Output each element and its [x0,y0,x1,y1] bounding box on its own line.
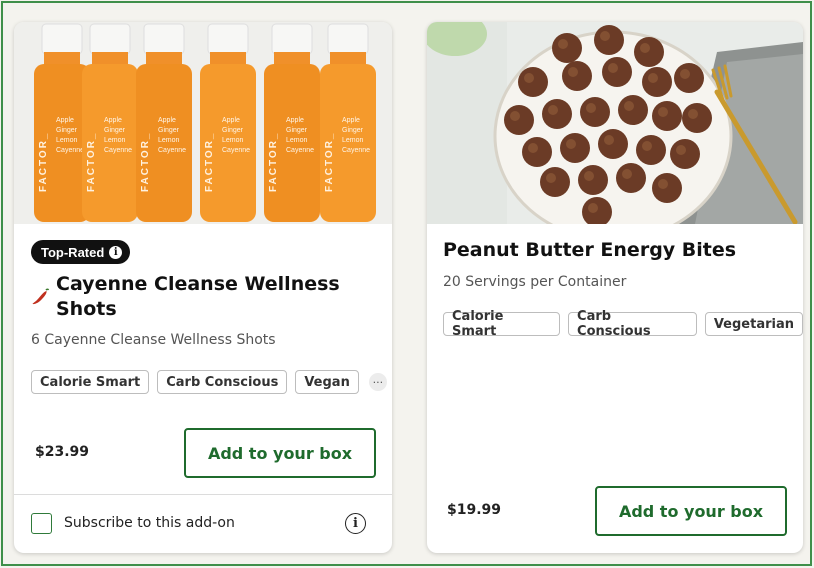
tag-calorie-smart: Calorie Smart [443,309,561,339]
addon-card-energy-bites[interactable]: Peanut Butter Energy Bites 20 Servings p… [427,22,803,553]
tag-list: Calorie Smart Carb Conscious Vegan ··· [31,370,387,394]
svg-text:Apple: Apple [56,117,74,124]
svg-text:Apple: Apple [286,117,304,124]
product-subtitle: 6 Cayenne Cleanse Wellness Shots [31,332,276,348]
subscribe-checkbox[interactable] [31,513,52,534]
svg-text:Lemon: Lemon [104,137,126,144]
svg-text:Lemon: Lemon [342,137,364,144]
addon-card-cayenne[interactable]: FACTOR_ Apple Ginger Lemon Cayenne FACTOR_ App… [14,22,392,553]
svg-text:Ginger: Ginger [222,127,244,134]
price: $19.99 [447,502,502,518]
svg-text:Cayenne: Cayenne [222,147,250,154]
svg-text:Ginger: Ginger [286,127,308,134]
add-to-box-button[interactable]: Add to your box [184,428,376,478]
tag-calorie-smart: Calorie Smart [31,370,150,394]
svg-text:Apple: Apple [342,117,360,124]
tag-carb-conscious: Carb Conscious [568,309,697,339]
product-title[interactable]: Cayenne Cleanse Wellness Shots [56,272,376,322]
svg-text:Cayenne: Cayenne [286,147,314,154]
top-rated-badge: Top-Rated i [31,240,131,264]
svg-text:Cayenne: Cayenne [56,147,84,154]
svg-text:Lemon: Lemon [286,137,308,144]
svg-text:Ginger: Ginger [158,127,180,134]
info-icon[interactable]: i [345,513,366,534]
svg-text:Lemon: Lemon [158,137,180,144]
product-title[interactable]: Peanut Butter Energy Bites [443,238,783,263]
svg-text:FACTOR_: FACTOR_ [268,132,279,193]
svg-text:FACTOR_: FACTOR_ [324,132,335,193]
badge-label: Top-Rated [41,244,105,260]
svg-text:Apple: Apple [104,117,122,124]
svg-text:Apple: Apple [222,117,240,124]
svg-text:FACTOR_: FACTOR_ [204,132,215,193]
subscribe-label[interactable]: Subscribe to this add-on [64,515,235,531]
svg-text:Ginger: Ginger [56,127,78,134]
svg-text:Lemon: Lemon [56,137,78,144]
product-image-cayenne-shots: FACTOR_ Apple Ginger Lemon Cayenne FACTOR_ App… [14,22,392,224]
product-image-energy-bites [427,22,803,224]
tag-carb-conscious: Carb Conscious [157,370,288,394]
divider [14,494,392,495]
svg-text:Lemon: Lemon [222,137,244,144]
more-tags-icon[interactable]: ··· [368,373,387,391]
svg-text:Cayenne: Cayenne [158,147,186,154]
svg-text:Apple: Apple [158,117,176,124]
svg-text:FACTOR_: FACTOR_ [38,132,49,193]
price: $23.99 [35,444,90,460]
svg-text:Ginger: Ginger [342,127,364,134]
add-to-box-button[interactable]: Add to your box [595,486,787,536]
chili-pepper-icon [32,288,50,305]
tag-list: Calorie Smart Carb Conscious Vegetarian [443,309,803,339]
info-icon[interactable]: i [109,245,123,259]
tag-vegetarian: Vegetarian [704,312,803,336]
tag-vegan: Vegan [295,370,359,394]
svg-text:Cayenne: Cayenne [342,147,370,154]
svg-text:FACTOR_: FACTOR_ [86,132,97,193]
svg-text:Cayenne: Cayenne [104,147,132,154]
svg-text:Ginger: Ginger [104,127,126,134]
svg-text:FACTOR_: FACTOR_ [140,132,151,193]
product-subtitle: 20 Servings per Container [443,274,627,290]
